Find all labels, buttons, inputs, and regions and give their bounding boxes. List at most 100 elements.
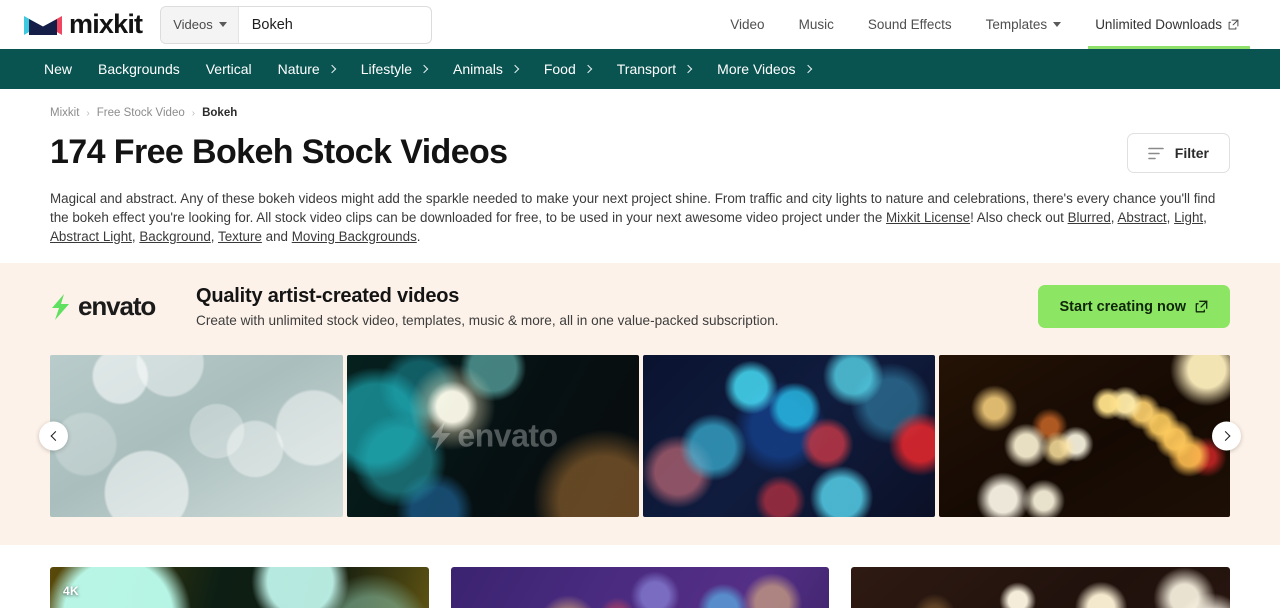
filter-button[interactable]: Filter [1126, 133, 1230, 173]
nav-music[interactable]: Music [782, 0, 851, 49]
breadcrumb-item-free-stock-video[interactable]: Free Stock Video [97, 107, 185, 119]
link-abstract-light[interactable]: Abstract Light [50, 229, 132, 244]
desc-sep: , [210, 229, 218, 244]
link-abstract[interactable]: Abstract [1118, 210, 1167, 225]
envato-watermark: envato [428, 417, 558, 455]
page-description: Magical and abstract. Any of these bokeh… [50, 189, 1230, 246]
mixkit-butterfly-logo-icon [24, 12, 62, 35]
cta-label: Start creating now [1059, 298, 1187, 315]
category-transport-label: Transport [616, 61, 677, 77]
link-blurred[interactable]: Blurred [1068, 210, 1111, 225]
category-lifestyle[interactable]: Lifestyle [360, 61, 429, 77]
link-light[interactable]: Light [1174, 210, 1203, 225]
envato-bolt-icon [431, 421, 451, 451]
search-type-dropdown[interactable]: Videos [161, 6, 239, 43]
nav-sound-effects-label: Sound Effects [867, 17, 952, 32]
category-food-label: Food [543, 61, 576, 77]
category-more-videos[interactable]: More Videos [717, 61, 812, 77]
desc-sep: , [1166, 210, 1175, 225]
link-background[interactable]: Background [139, 229, 210, 244]
category-food[interactable]: Food [543, 61, 593, 77]
desc-part2: ! Also check out [970, 210, 1068, 225]
nav-video[interactable]: Video [713, 0, 781, 49]
filter-button-label: Filter [1174, 145, 1209, 161]
breadcrumb-item-mixkit[interactable]: Mixkit [50, 107, 79, 119]
chevron-down-icon [218, 22, 227, 27]
category-animals-label: Animals [453, 61, 503, 77]
search-type-label: Videos [173, 17, 213, 32]
video-card-green-gold-droplet-bokeh[interactable]: 4K [50, 567, 429, 608]
carousel-item-amber-city-lights-bokeh[interactable] [939, 355, 1230, 517]
category-vertical[interactable]: Vertical [206, 61, 252, 77]
envato-promo-banner: envato Quality artist-created videos Cre… [0, 263, 1280, 545]
filter-icon [1147, 147, 1164, 159]
primary-nav: Video Music Sound Effects Templates Unli… [713, 0, 1256, 49]
chevron-right-icon [327, 64, 336, 73]
main-content: Mixkit › Free Stock Video › Bokeh 174 Fr… [0, 89, 1280, 246]
category-new[interactable]: New [44, 61, 72, 77]
category-nav: New Backgrounds Vertical Nature Lifestyl… [0, 49, 1280, 89]
chevron-right-icon [419, 64, 429, 73]
category-lifestyle-label: Lifestyle [360, 61, 413, 77]
breadcrumb-separator: › [86, 107, 90, 119]
mixkit-logo[interactable]: mixkit [24, 9, 143, 39]
chevron-right-icon [803, 64, 812, 73]
nav-video-label: Video [730, 17, 765, 32]
chevron-left-icon [50, 431, 60, 441]
category-nature-label: Nature [277, 61, 320, 77]
desc-sep: and [261, 229, 292, 244]
promo-carousel: envato [39, 355, 1241, 517]
external-link-icon [1195, 300, 1208, 313]
nav-unlimited-downloads-label: Unlimited Downloads [1095, 17, 1222, 32]
category-nature[interactable]: Nature [277, 61, 336, 77]
desc-sep: , [1203, 210, 1207, 225]
category-transport[interactable]: Transport [616, 61, 693, 77]
desc-sep: , [1110, 210, 1118, 225]
external-link-icon [1228, 19, 1239, 30]
envato-logo-text: envato [78, 291, 156, 321]
carousel-prev-button[interactable] [39, 421, 68, 451]
carousel-item-teal-dark-bokeh[interactable]: envato [347, 355, 639, 517]
category-new-label: New [44, 61, 73, 77]
chevron-right-icon [683, 64, 693, 73]
breadcrumb-item-current: Bokeh [202, 107, 238, 119]
resolution-badge: 4K [63, 584, 79, 598]
envato-logo[interactable]: envato [50, 291, 196, 322]
carousel-next-button[interactable] [1212, 421, 1241, 451]
envato-watermark-text: envato [457, 417, 558, 454]
category-backgrounds[interactable]: Backgrounds [98, 61, 180, 77]
category-vertical-label: Vertical [205, 61, 252, 77]
nav-music-label: Music [798, 17, 834, 32]
nav-unlimited-downloads[interactable]: Unlimited Downloads [1078, 0, 1256, 49]
page-title: 174 Free Bokeh Stock Videos [50, 133, 508, 172]
mixkit-logo-text: mixkit [69, 9, 143, 39]
category-animals[interactable]: Animals [453, 61, 520, 77]
carousel-item-blue-red-bokeh[interactable] [643, 355, 935, 517]
nav-sound-effects[interactable]: Sound Effects [851, 0, 969, 49]
nav-templates[interactable]: Templates [969, 0, 1079, 49]
link-mixkit-license[interactable]: Mixkit License [886, 210, 970, 225]
link-moving-backgrounds[interactable]: Moving Backgrounds [292, 229, 417, 244]
site-header: mixkit Videos Video Music Sound Effects … [0, 0, 1280, 49]
promo-subheading: Create with unlimited stock video, templ… [196, 313, 779, 328]
category-more-videos-label: More Videos [717, 61, 796, 77]
chevron-down-icon [1053, 22, 1062, 27]
category-backgrounds-label: Backgrounds [98, 61, 180, 77]
video-results-grid: 4K [0, 545, 1280, 608]
desc-part3: . [416, 229, 421, 244]
breadcrumb-separator: › [191, 107, 196, 119]
video-card-purple-particle-bokeh[interactable] [450, 567, 830, 608]
chevron-right-icon [510, 64, 520, 73]
video-card-warm-golden-bokeh[interactable] [851, 567, 1231, 608]
carousel-item-pale-blue-bokeh[interactable] [50, 355, 343, 517]
search-input[interactable] [238, 6, 432, 43]
search-bar[interactable]: Videos [160, 5, 433, 44]
promo-header-row: envato Quality artist-created videos Cre… [50, 285, 1230, 328]
promo-heading: Quality artist-created videos [196, 285, 460, 307]
envato-bolt-icon [52, 293, 69, 320]
link-texture[interactable]: Texture [218, 229, 262, 244]
breadcrumb: Mixkit › Free Stock Video › Bokeh [50, 89, 1230, 119]
start-creating-now-button[interactable]: Start creating now [1037, 285, 1230, 328]
page-title-row: 174 Free Bokeh Stock Videos Filter [50, 133, 1230, 173]
nav-templates-label: Templates [985, 17, 1048, 32]
